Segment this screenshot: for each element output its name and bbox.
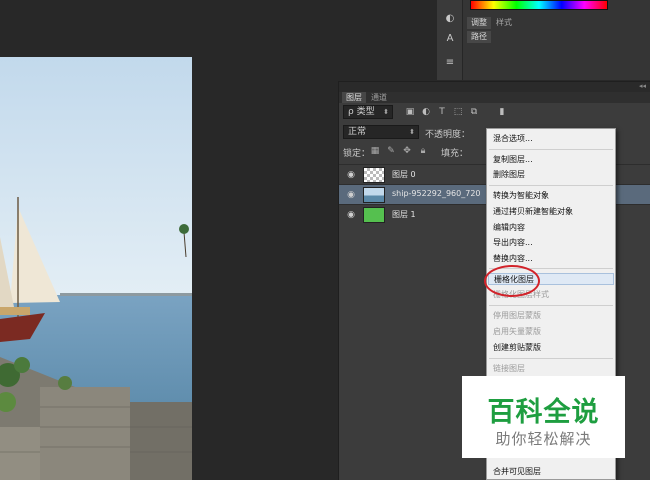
layer-thumbnail — [363, 207, 385, 223]
menu-separator — [489, 185, 613, 186]
ship-photo — [0, 57, 192, 480]
lock-move-icon[interactable]: ✥ — [402, 146, 412, 156]
tab-styles[interactable]: 样式 — [492, 17, 516, 29]
kind-filter-value: ρ 类型 — [348, 107, 375, 117]
document-canvas[interactable] — [0, 57, 192, 480]
menu-item-delete-layer[interactable]: 删除图层 — [493, 169, 525, 181]
menu-separator — [489, 358, 613, 359]
lock-all-icon[interactable]: 🔒︎ — [418, 146, 428, 156]
kind-filter-dropdown[interactable]: ρ 类型 ⬍ — [343, 105, 393, 119]
chevron-down-icon: ⬍ — [409, 128, 415, 136]
eye-icon[interactable]: ◉ — [345, 169, 357, 181]
lock-transparent-icon[interactable]: ▦ — [370, 146, 380, 156]
collapse-icon[interactable]: ◂◂ — [639, 82, 646, 90]
paragraph-icon[interactable]: ≡ — [443, 56, 457, 70]
highlight-circle — [484, 265, 540, 297]
tab-layers[interactable]: 图层 — [342, 92, 366, 103]
menu-item-blending-options[interactable]: 混合选项... — [493, 133, 533, 145]
tab-paths[interactable]: 路径 — [467, 31, 491, 43]
menu-item-merge-visible[interactable]: 合并可见图层 — [493, 466, 541, 478]
opacity-label: 不透明度： — [425, 130, 471, 140]
panel-tabs: 图层 通道 — [339, 92, 650, 103]
watermark-subtitle: 助你轻松解决 — [495, 430, 592, 448]
menu-item-duplicate-layer[interactable]: 复制图层... — [493, 154, 533, 166]
layer-thumbnail — [363, 187, 385, 203]
fill-label: 填充： — [441, 149, 469, 159]
menu-item-disable-layer-mask[interactable]: 停用图层蒙版 — [493, 310, 541, 322]
blend-mode-value: 正常 — [348, 127, 367, 137]
layer-name: ship-952292_960_720 — [392, 189, 481, 198]
eye-icon[interactable]: ◉ — [345, 189, 357, 201]
smart-object-filter-icon[interactable]: ⧉ — [469, 107, 479, 117]
lock-brush-icon[interactable]: ✎ — [386, 146, 396, 156]
shape-filter-icon[interactable]: ⬚ — [453, 107, 463, 117]
menu-item-link-layers[interactable]: 链接图层 — [493, 363, 525, 375]
panel-header: ◂◂ — [339, 82, 650, 92]
menu-item-export-contents[interactable]: 导出内容... — [493, 237, 533, 249]
menu-item-edit-contents[interactable]: 编辑内容 — [493, 222, 525, 234]
type-filter-icon[interactable]: T — [437, 107, 447, 117]
menu-separator — [489, 305, 613, 306]
tab-channels[interactable]: 通道 — [367, 92, 391, 103]
blend-mode-dropdown[interactable]: 正常 ⬍ — [343, 125, 419, 139]
layer-name: 图层 1 — [392, 210, 416, 219]
pixel-filter-icon[interactable]: ▣ — [405, 107, 415, 117]
menu-separator — [489, 149, 613, 150]
menu-item-replace-contents[interactable]: 替换内容... — [493, 253, 533, 265]
character-icon[interactable]: A — [443, 32, 457, 46]
menu-item-convert-smart-object[interactable]: 转换为智能对象 — [493, 190, 549, 202]
filter-toggle-icon[interactable]: ▮ — [497, 107, 507, 117]
menu-item-enable-vector-mask[interactable]: 启用矢量蒙版 — [493, 326, 541, 338]
watermark-title: 百科全说 — [487, 397, 600, 428]
panel-icon-strip: ◐ A ≡ — [437, 0, 463, 80]
lock-label: 锁定： — [343, 149, 371, 159]
chevron-down-icon: ⬍ — [383, 108, 389, 116]
layer-name: 图层 0 — [392, 170, 416, 179]
eye-icon[interactable]: ◉ — [345, 209, 357, 221]
watermark: 百科全说 助你轻松解决 — [462, 376, 625, 458]
menu-item-create-clipping-mask[interactable]: 创建剪贴蒙版 — [493, 342, 541, 354]
color-spectrum[interactable] — [470, 0, 608, 10]
layer-thumbnail — [363, 167, 385, 183]
adjustments-icon[interactable]: ◐ — [443, 12, 457, 26]
tab-adjustments[interactable]: 调整 — [467, 17, 491, 29]
adjustment-filter-icon[interactable]: ◐ — [421, 107, 431, 117]
menu-item-new-smart-object-via-copy[interactable]: 通过拷贝新建智能对象 — [493, 206, 573, 218]
